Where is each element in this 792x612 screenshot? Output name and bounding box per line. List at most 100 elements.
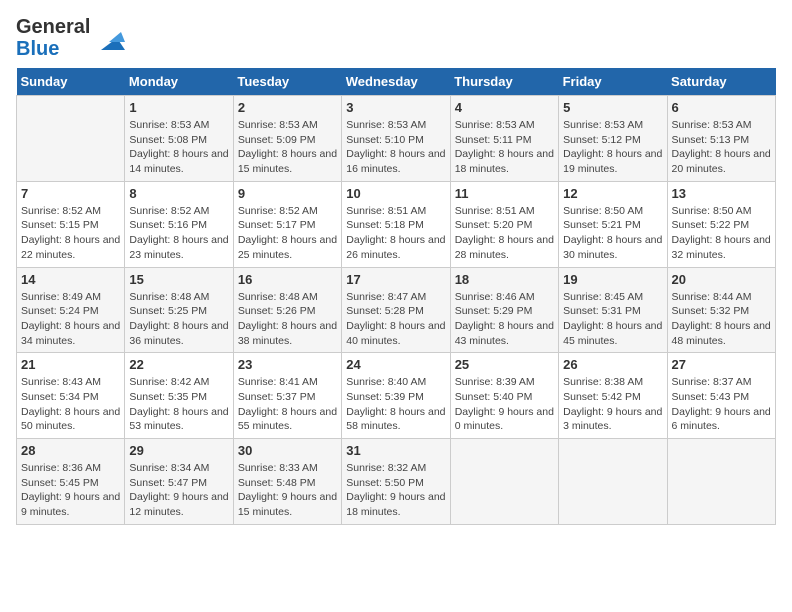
day-info: Sunrise: 8:46 AMSunset: 5:29 PMDaylight:… <box>455 290 554 349</box>
day-cell: 12 Sunrise: 8:50 AMSunset: 5:21 PMDayligh… <box>559 181 667 267</box>
week-row-1: 1Sunrise: 8:53 AMSunset: 5:08 PMDaylight… <box>17 96 776 182</box>
day-cell: 11 Sunrise: 8:51 AMSunset: 5:20 PMDayligh… <box>450 181 558 267</box>
day-info: Sunrise: 8:50 AMSunset: 5:22 PMDaylight:… <box>672 204 771 263</box>
day-info: Sunrise: 8:48 AMSunset: 5:25 PMDaylight:… <box>129 290 228 349</box>
day-cell: 16 Sunrise: 8:48 AMSunset: 5:26 PMDayligh… <box>233 267 341 353</box>
day-number: 1 <box>129 100 228 115</box>
day-info: Sunrise: 8:52 AMSunset: 5:15 PMDaylight:… <box>21 204 120 263</box>
day-number: 9 <box>238 186 337 201</box>
day-info: Sunrise: 8:44 AMSunset: 5:32 PMDaylight:… <box>672 290 771 349</box>
day-number: 6 <box>672 100 771 115</box>
day-cell: 9Sunrise: 8:52 AMSunset: 5:17 PMDaylight… <box>233 181 341 267</box>
day-cell: 22 Sunrise: 8:42 AMSunset: 5:35 PMDayligh… <box>125 353 233 439</box>
day-cell: 23 Sunrise: 8:41 AMSunset: 5:37 PMDayligh… <box>233 353 341 439</box>
day-cell: 8 Sunrise: 8:52 AMSunset: 5:16 PMDaylight… <box>125 181 233 267</box>
day-cell: 2 Sunrise: 8:53 AMSunset: 5:09 PMDaylight… <box>233 96 341 182</box>
day-info: Sunrise: 8:42 AMSunset: 5:35 PMDaylight:… <box>129 375 228 434</box>
day-cell: 21Sunrise: 8:43 AMSunset: 5:34 PMDayligh… <box>17 353 125 439</box>
day-info: Sunrise: 8:40 AMSunset: 5:39 PMDaylight:… <box>346 375 445 434</box>
day-cell: 5 Sunrise: 8:53 AMSunset: 5:12 PMDaylight… <box>559 96 667 182</box>
day-number: 17 <box>346 272 445 287</box>
day-number: 18 <box>455 272 554 287</box>
header-row: SundayMondayTuesdayWednesdayThursdayFrid… <box>17 68 776 96</box>
logo: General Blue <box>16 16 125 60</box>
day-number: 25 <box>455 357 554 372</box>
day-number: 12 <box>563 186 662 201</box>
day-info: Sunrise: 8:53 AMSunset: 5:13 PMDaylight:… <box>672 118 771 177</box>
day-cell: 7Sunrise: 8:52 AMSunset: 5:15 PMDaylight… <box>17 181 125 267</box>
day-number: 23 <box>238 357 337 372</box>
day-cell: 10Sunrise: 8:51 AMSunset: 5:18 PMDayligh… <box>342 181 450 267</box>
day-info: Sunrise: 8:36 AMSunset: 5:45 PMDaylight:… <box>21 461 120 520</box>
day-number: 4 <box>455 100 554 115</box>
day-cell: 30 Sunrise: 8:33 AMSunset: 5:48 PMDayligh… <box>233 439 341 525</box>
day-info: Sunrise: 8:53 AMSunset: 5:09 PMDaylight:… <box>238 118 337 177</box>
week-row-2: 7Sunrise: 8:52 AMSunset: 5:15 PMDaylight… <box>17 181 776 267</box>
day-number: 8 <box>129 186 228 201</box>
day-info: Sunrise: 8:39 AMSunset: 5:40 PMDaylight:… <box>455 375 554 434</box>
day-number: 21 <box>21 357 120 372</box>
logo-icon <box>93 22 125 54</box>
week-row-5: 28 Sunrise: 8:36 AMSunset: 5:45 PMDayligh… <box>17 439 776 525</box>
day-number: 26 <box>563 357 662 372</box>
page-header: General Blue <box>16 16 776 60</box>
day-info: Sunrise: 8:33 AMSunset: 5:48 PMDaylight:… <box>238 461 337 520</box>
day-info: Sunrise: 8:38 AMSunset: 5:42 PMDaylight:… <box>563 375 662 434</box>
week-row-4: 21Sunrise: 8:43 AMSunset: 5:34 PMDayligh… <box>17 353 776 439</box>
day-info: Sunrise: 8:49 AMSunset: 5:24 PMDaylight:… <box>21 290 120 349</box>
day-info: Sunrise: 8:32 AMSunset: 5:50 PMDaylight:… <box>346 461 445 520</box>
day-cell: 13 Sunrise: 8:50 AMSunset: 5:22 PMDayligh… <box>667 181 775 267</box>
day-cell: 1Sunrise: 8:53 AMSunset: 5:08 PMDaylight… <box>125 96 233 182</box>
day-number: 5 <box>563 100 662 115</box>
day-info: Sunrise: 8:47 AMSunset: 5:28 PMDaylight:… <box>346 290 445 349</box>
calendar-table: SundayMondayTuesdayWednesdayThursdayFrid… <box>16 68 776 525</box>
day-cell <box>667 439 775 525</box>
day-cell: 19Sunrise: 8:45 AMSunset: 5:31 PMDayligh… <box>559 267 667 353</box>
day-cell: 15Sunrise: 8:48 AMSunset: 5:25 PMDayligh… <box>125 267 233 353</box>
day-info: Sunrise: 8:41 AMSunset: 5:37 PMDaylight:… <box>238 375 337 434</box>
day-cell: 24 Sunrise: 8:40 AMSunset: 5:39 PMDayligh… <box>342 353 450 439</box>
day-number: 13 <box>672 186 771 201</box>
logo-general: General <box>16 16 90 38</box>
day-number: 27 <box>672 357 771 372</box>
day-cell: 26 Sunrise: 8:38 AMSunset: 5:42 PMDayligh… <box>559 353 667 439</box>
logo-blue: Blue <box>16 38 90 60</box>
day-info: Sunrise: 8:45 AMSunset: 5:31 PMDaylight:… <box>563 290 662 349</box>
week-row-3: 14 Sunrise: 8:49 AMSunset: 5:24 PMDayligh… <box>17 267 776 353</box>
header-friday: Friday <box>559 68 667 96</box>
day-number: 30 <box>238 443 337 458</box>
header-sunday: Sunday <box>17 68 125 96</box>
day-info: Sunrise: 8:50 AMSunset: 5:21 PMDaylight:… <box>563 204 662 263</box>
day-cell: 20 Sunrise: 8:44 AMSunset: 5:32 PMDayligh… <box>667 267 775 353</box>
day-cell <box>559 439 667 525</box>
day-cell <box>17 96 125 182</box>
day-cell: 31 Sunrise: 8:32 AMSunset: 5:50 PMDayligh… <box>342 439 450 525</box>
day-cell: 25 Sunrise: 8:39 AMSunset: 5:40 PMDayligh… <box>450 353 558 439</box>
day-cell: 4Sunrise: 8:53 AMSunset: 5:11 PMDaylight… <box>450 96 558 182</box>
day-info: Sunrise: 8:52 AMSunset: 5:16 PMDaylight:… <box>129 204 228 263</box>
day-number: 31 <box>346 443 445 458</box>
day-number: 20 <box>672 272 771 287</box>
day-number: 29 <box>129 443 228 458</box>
header-wednesday: Wednesday <box>342 68 450 96</box>
day-number: 14 <box>21 272 120 287</box>
day-number: 16 <box>238 272 337 287</box>
day-cell: 28 Sunrise: 8:36 AMSunset: 5:45 PMDayligh… <box>17 439 125 525</box>
day-info: Sunrise: 8:51 AMSunset: 5:20 PMDaylight:… <box>455 204 554 263</box>
day-cell <box>450 439 558 525</box>
day-cell: 18 Sunrise: 8:46 AMSunset: 5:29 PMDayligh… <box>450 267 558 353</box>
day-cell: 17 Sunrise: 8:47 AMSunset: 5:28 PMDayligh… <box>342 267 450 353</box>
day-number: 24 <box>346 357 445 372</box>
day-number: 22 <box>129 357 228 372</box>
day-info: Sunrise: 8:34 AMSunset: 5:47 PMDaylight:… <box>129 461 228 520</box>
day-number: 2 <box>238 100 337 115</box>
day-number: 28 <box>21 443 120 458</box>
header-monday: Monday <box>125 68 233 96</box>
day-info: Sunrise: 8:53 AMSunset: 5:12 PMDaylight:… <box>563 118 662 177</box>
day-info: Sunrise: 8:48 AMSunset: 5:26 PMDaylight:… <box>238 290 337 349</box>
day-info: Sunrise: 8:51 AMSunset: 5:18 PMDaylight:… <box>346 204 445 263</box>
header-thursday: Thursday <box>450 68 558 96</box>
day-number: 11 <box>455 186 554 201</box>
day-cell: 3Sunrise: 8:53 AMSunset: 5:10 PMDaylight… <box>342 96 450 182</box>
day-info: Sunrise: 8:53 AMSunset: 5:10 PMDaylight:… <box>346 118 445 177</box>
